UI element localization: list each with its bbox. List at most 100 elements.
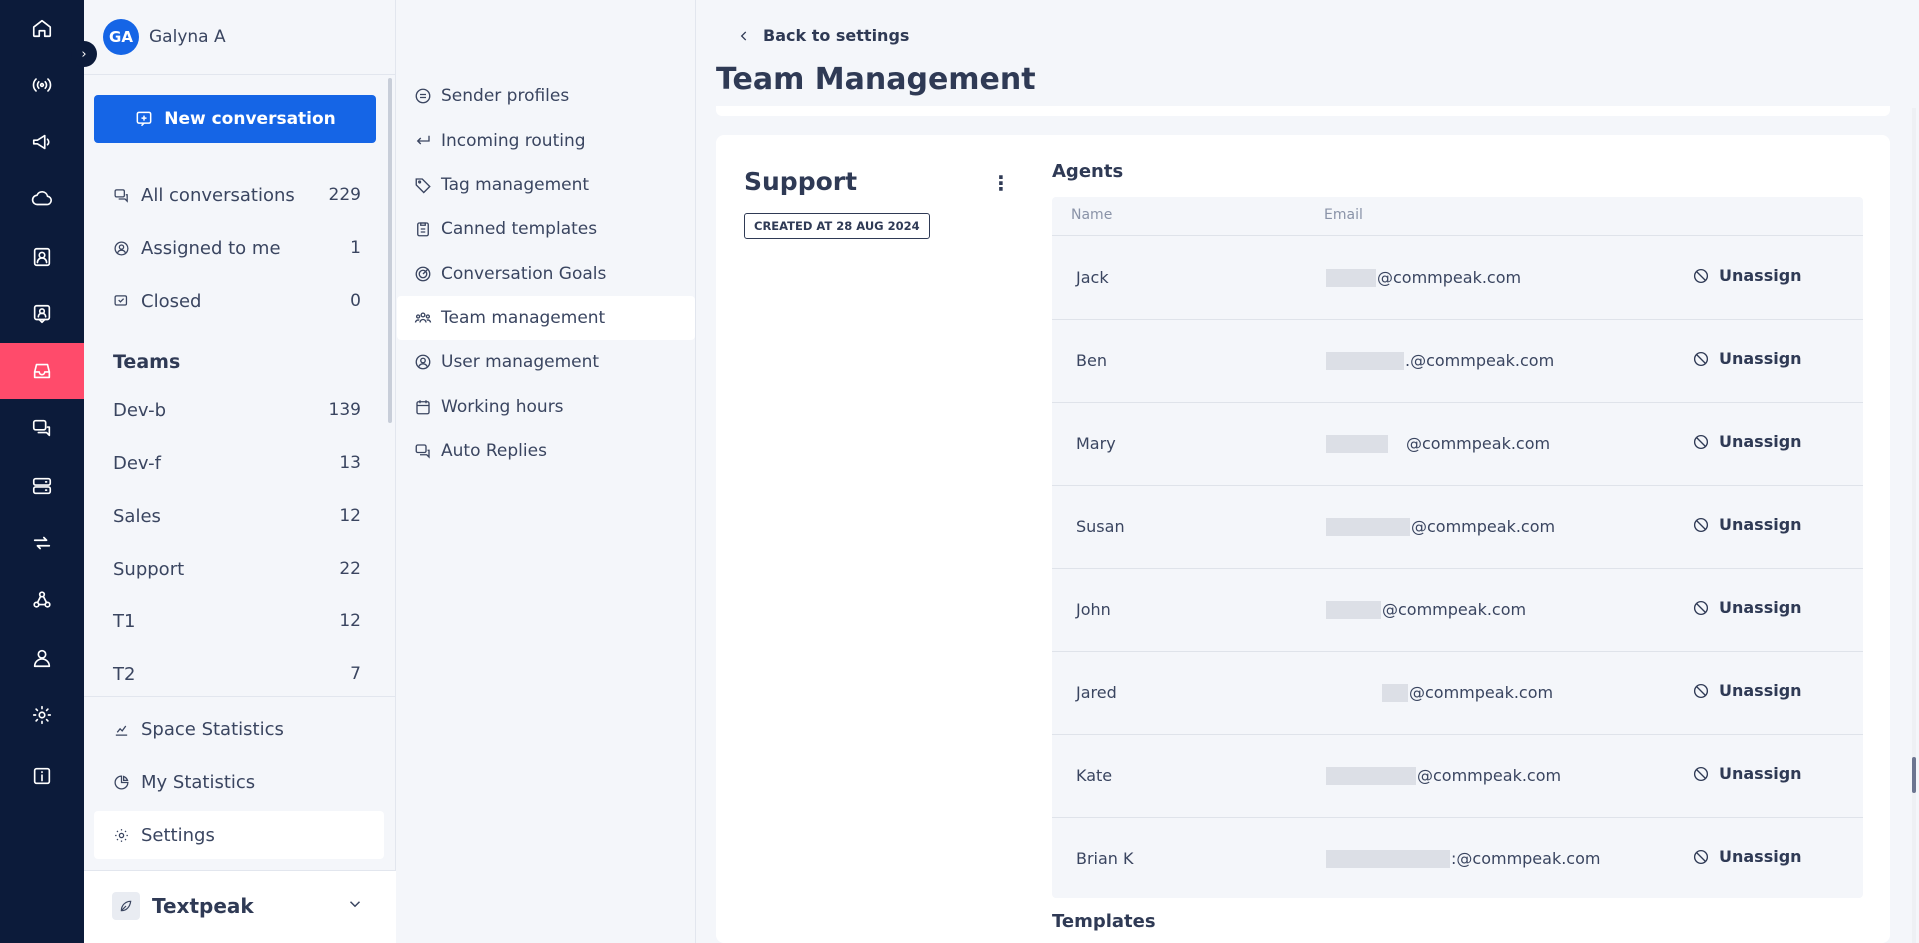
inbox-icon[interactable]: [0, 343, 84, 399]
unassign-button[interactable]: Unassign: [1692, 681, 1802, 700]
unassign-button[interactable]: Unassign: [1692, 349, 1802, 368]
team-count: 12: [339, 506, 361, 526]
agent-email: @commpeak.com: [1326, 268, 1521, 287]
user-profile[interactable]: GA Galyna A: [103, 19, 226, 55]
tag-icon: [415, 178, 431, 194]
main-scrollbar-track[interactable]: [1912, 108, 1916, 943]
table-row: Brian K :@commpeak.com Unassign: [1052, 818, 1863, 901]
unassign-button[interactable]: Unassign: [1692, 764, 1802, 783]
nav-item-my-statistics[interactable]: My Statistics: [113, 765, 361, 799]
table-row: John @commpeak.com Unassign: [1052, 569, 1863, 652]
workspace-logo-icon: [112, 892, 140, 920]
team-item-support[interactable]: Support 22: [113, 552, 361, 586]
nav-item-label: Settings: [141, 824, 215, 846]
conversations-icon[interactable]: [0, 400, 84, 456]
user-name: Galyna A: [149, 27, 226, 47]
submenu-label: Conversation Goals: [441, 264, 607, 284]
block-icon: [1693, 766, 1709, 781]
submenu-incoming-routing[interactable]: Incoming routing: [397, 119, 695, 163]
nav-item-count: 229: [328, 185, 361, 205]
chart-icon: [115, 725, 128, 736]
goal-icon: [415, 266, 431, 282]
block-icon: [1693, 849, 1709, 864]
server-icon[interactable]: [0, 458, 84, 514]
agents-table: Name Email Jack @commpeak.com Unassign B…: [1052, 197, 1863, 898]
chevron-down-icon[interactable]: [346, 895, 364, 917]
agent-name: Brian K: [1076, 849, 1134, 868]
agent-email: @commpeak.com: [1326, 766, 1561, 785]
submenu-sender-profiles[interactable]: Sender profiles: [397, 74, 695, 118]
block-icon: [1693, 683, 1709, 698]
block-icon: [1693, 351, 1709, 366]
team-label: Dev-f: [113, 452, 161, 474]
submenu-label: Working hours: [441, 397, 564, 417]
megaphone-icon[interactable]: [0, 114, 84, 170]
table-row: Kate @commpeak.com Unassign: [1052, 735, 1863, 818]
agent-email: @commpeak.com: [1326, 683, 1553, 702]
checked-chat-icon: [114, 294, 128, 306]
submenu-working-hours[interactable]: Working hours: [397, 385, 695, 429]
nav-scrollbar[interactable]: [388, 78, 392, 423]
submenu-conversation-goals[interactable]: Conversation Goals: [397, 252, 695, 296]
team-count: 13: [339, 453, 361, 473]
submenu-user-management[interactable]: User management: [397, 340, 695, 384]
team-item-dev-f[interactable]: Dev-f 13: [113, 446, 361, 480]
team-card: Support ⋮ CREATED AT 28 AUG 2024 Agents …: [716, 135, 1890, 943]
agent-name: Susan: [1076, 517, 1125, 536]
team-count: 7: [350, 664, 361, 684]
nav-item-label: Closed: [141, 290, 202, 312]
nav-item-label: My Statistics: [141, 771, 256, 793]
team-icon: [414, 312, 432, 323]
agent-name: Ben: [1076, 351, 1107, 370]
webhook-icon[interactable]: [0, 572, 84, 628]
agent-email: .@commpeak.com: [1326, 351, 1554, 370]
team-label: T1: [113, 610, 136, 632]
nav-item-all-conversations[interactable]: All conversations 229: [113, 178, 361, 212]
nav-item-label: Assigned to me: [141, 237, 281, 259]
broadcast-icon[interactable]: [0, 57, 84, 113]
cloud-icon[interactable]: [0, 171, 84, 227]
user-icon[interactable]: [0, 630, 84, 686]
block-icon: [1693, 517, 1709, 532]
left-nav: › GA Galyna A New conversation All conve…: [71, 0, 396, 943]
team-item-dev-b[interactable]: Dev-b 139: [113, 393, 361, 427]
icon-rail: [0, 0, 84, 943]
team-label: Support: [113, 558, 185, 580]
unassign-button[interactable]: Unassign: [1692, 847, 1802, 866]
unassign-button[interactable]: Unassign: [1692, 515, 1802, 534]
unassign-button[interactable]: Unassign: [1692, 598, 1802, 617]
team-item-t2[interactable]: T2 7: [113, 657, 361, 691]
unassign-button[interactable]: Unassign: [1692, 266, 1802, 285]
collapse-sidebar-button[interactable]: ›: [71, 41, 97, 67]
team-item-sales[interactable]: Sales 12: [113, 499, 361, 533]
new-conversation-button[interactable]: New conversation: [94, 95, 376, 143]
team-item-t1[interactable]: T1 12: [113, 604, 361, 638]
submenu-auto-replies[interactable]: Auto Replies: [397, 429, 695, 473]
submenu-canned-templates[interactable]: Canned templates: [397, 207, 695, 251]
nav-item-assigned-to-me[interactable]: Assigned to me 1: [113, 231, 361, 265]
agent-chat-icon[interactable]: [0, 286, 84, 342]
more-options-icon[interactable]: ⋮: [991, 171, 1011, 195]
nav-item-count: 1: [350, 238, 361, 258]
nav-item-space-statistics[interactable]: Space Statistics: [113, 712, 361, 746]
submenu-label: Auto Replies: [441, 441, 547, 461]
unassign-button[interactable]: Unassign: [1692, 432, 1802, 451]
submenu-team-management[interactable]: Team management: [397, 296, 695, 340]
back-to-settings-link[interactable]: Back to settings: [737, 26, 909, 45]
table-row: Jack @commpeak.com Unassign: [1052, 237, 1863, 320]
table-row: Mary @commpeak.com Unassign: [1052, 403, 1863, 486]
nav-item-settings[interactable]: Settings: [113, 818, 361, 852]
info-icon[interactable]: [0, 748, 84, 804]
nav-item-count: 0: [350, 291, 361, 311]
chevron-left-icon: [740, 30, 747, 41]
sync-icon[interactable]: [0, 515, 84, 571]
gear-icon[interactable]: [0, 687, 84, 743]
contact-card-icon[interactable]: [0, 229, 84, 285]
gear-icon: [115, 828, 128, 842]
workspace-switcher[interactable]: Textpeak: [84, 870, 396, 943]
main-scrollbar-thumb[interactable]: [1912, 757, 1916, 793]
nav-item-closed[interactable]: Closed 0: [113, 284, 361, 318]
nav-item-label: Space Statistics: [141, 718, 284, 740]
settings-submenu: Sender profiles Incoming routing Tag man…: [397, 0, 696, 943]
submenu-tag-management[interactable]: Tag management: [397, 163, 695, 207]
